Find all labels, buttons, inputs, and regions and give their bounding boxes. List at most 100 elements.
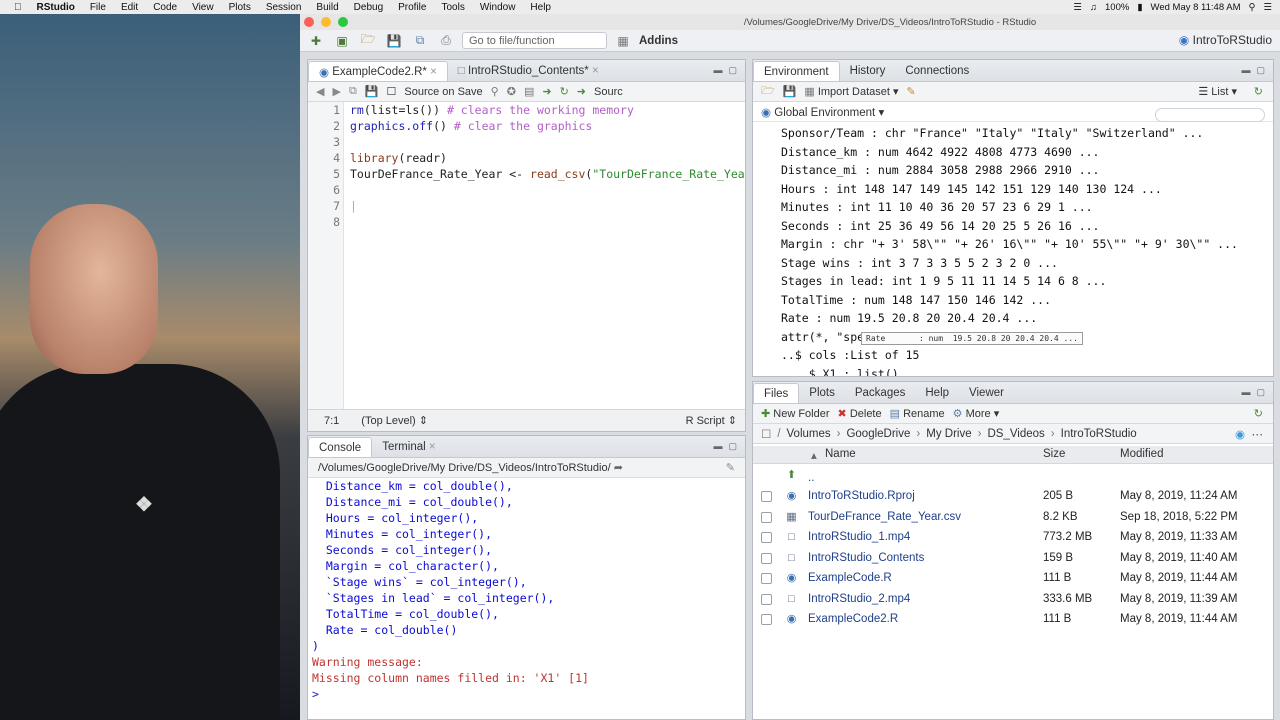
menu-help[interactable]: Help — [530, 2, 551, 13]
grid-layout-icon[interactable]: ▦ — [613, 33, 633, 49]
close-tab-icon[interactable]: × — [592, 65, 599, 77]
file-checkbox[interactable] — [761, 593, 772, 605]
close-tab-icon[interactable]: × — [429, 441, 436, 453]
file-name[interactable]: ExampleCode2.R — [808, 613, 898, 625]
file-name[interactable]: ExampleCode.R — [808, 572, 892, 584]
rename-button[interactable]: ▤ Rename — [890, 407, 945, 420]
file-name[interactable]: IntroRStudio_2.mp4 — [808, 593, 910, 605]
file-name[interactable]: IntroRStudio_Contents — [808, 552, 924, 564]
tab-environment[interactable]: Environment — [753, 61, 840, 81]
minimize-pane-icon[interactable]: ▬ — [1241, 387, 1250, 398]
parent-dir-row[interactable]: ⬆ .. — [753, 465, 1273, 486]
tab-help[interactable]: Help — [915, 383, 959, 403]
import-dataset-button[interactable]: ▦ Import Dataset ▾ — [804, 85, 898, 98]
file-checkbox[interactable] — [761, 614, 772, 625]
save-icon[interactable]: 💾 — [384, 33, 404, 49]
more-button[interactable]: ⚙ More ▾ — [953, 407, 1000, 420]
crumb-mydrive[interactable]: My Drive — [926, 428, 971, 440]
tab-packages[interactable]: Packages — [845, 383, 916, 403]
file-name[interactable]: IntroToRStudio.Rproj — [808, 490, 915, 502]
file-checkbox[interactable] — [761, 511, 772, 523]
load-workspace-icon[interactable]: 🗁 — [761, 82, 775, 101]
clear-console-icon[interactable]: ✎ — [726, 461, 735, 474]
find-replace-icon[interactable]: ⚲ — [491, 85, 499, 98]
file-checkbox[interactable] — [761, 573, 772, 584]
menu-app-name[interactable]: RStudio — [37, 2, 75, 13]
col-modified[interactable]: Modified — [1120, 448, 1163, 460]
menu-tools[interactable]: Tools — [441, 2, 464, 13]
source-on-save-checkbox[interactable]: ☐ — [387, 85, 397, 98]
menu-view[interactable]: View — [192, 2, 214, 13]
show-in-window-icon[interactable]: ⧉ — [349, 85, 357, 98]
new-file-icon[interactable]: ✚ — [306, 33, 326, 49]
source-button[interactable]: Sourc — [594, 86, 623, 98]
tab-introrstudio-contents[interactable]: □ IntroRStudio_Contents* × — [448, 61, 609, 81]
menu-profile[interactable]: Profile — [398, 2, 426, 13]
save-file-icon[interactable]: 💾 — [365, 85, 379, 98]
env-object-list[interactable]: Sponsor/Team : chr "France" "Italy" "Ita… — [753, 124, 1273, 376]
compile-report-icon[interactable]: ▤ — [524, 85, 534, 98]
tab-viewer[interactable]: Viewer — [959, 383, 1014, 403]
go-to-dir-icon[interactable]: ➦ — [614, 461, 623, 474]
file-row[interactable]: ◉ ExampleCode.R 111 B May 8, 2019, 11:44 A… — [753, 568, 1273, 589]
file-name[interactable]: TourDeFrance_Rate_Year.csv — [808, 511, 961, 523]
env-scope-select[interactable]: ◉ Global Environment ▾ — [761, 105, 884, 119]
file-type-selector[interactable]: R Script ⇕ — [686, 414, 737, 427]
minimize-pane-icon[interactable]: ▬ — [713, 65, 722, 76]
battery-icon[interactable]: ▮ — [1137, 2, 1142, 13]
battery-percent[interactable]: 100% — [1105, 2, 1129, 13]
forward-icon[interactable]: ▶ — [332, 85, 340, 98]
refresh-files-icon[interactable]: ↻ — [1254, 407, 1263, 420]
maximize-pane-icon[interactable]: ▢ — [728, 65, 737, 76]
code-tools-icon[interactable]: ✪ — [507, 85, 516, 98]
maximize-pane-icon[interactable]: ▢ — [1256, 65, 1265, 76]
back-icon[interactable]: ◀ — [316, 85, 324, 98]
crumb-introtorstudio[interactable]: IntroToRStudio — [1061, 428, 1137, 440]
file-checkbox[interactable] — [761, 491, 772, 502]
wifi-icon[interactable]: ☰ — [1073, 2, 1082, 13]
menu-file[interactable]: File — [90, 2, 106, 13]
menu-build[interactable]: Build — [316, 2, 338, 13]
apple-icon[interactable]:  — [14, 2, 22, 13]
code-editor[interactable]: 1 rm(list=ls()) # clears the working memo… — [308, 102, 745, 409]
close-tab-icon[interactable]: × — [430, 66, 437, 78]
menu-session[interactable]: Session — [266, 2, 302, 13]
go-to-file-input[interactable]: Go to file/function — [462, 32, 607, 49]
minimize-pane-icon[interactable]: ▬ — [1241, 65, 1250, 76]
print-icon[interactable]: ⎙ — [436, 33, 456, 49]
file-row[interactable]: □ IntroRStudio_1.mp4 773.2 MB May 8, 2019,… — [753, 527, 1273, 548]
tab-plots[interactable]: Plots — [799, 383, 845, 403]
console-prompt-line[interactable]: > — [312, 686, 745, 702]
volume-icon[interactable]: ♫ — [1090, 2, 1097, 13]
crumb-volumes[interactable]: Volumes — [787, 428, 831, 440]
tab-connections[interactable]: Connections — [895, 61, 979, 81]
env-search-input[interactable] — [1155, 108, 1265, 122]
tab-files[interactable]: Files — [753, 383, 800, 403]
tab-examplecode2[interactable]: ◉ ExampleCode2.R* × — [308, 61, 448, 81]
menu-list-icon[interactable]: ☰ — [1263, 2, 1272, 13]
tab-history[interactable]: History — [840, 61, 896, 81]
source-arrow-icon[interactable]: ➜ — [577, 85, 586, 98]
save-all-icon[interactable]: ⧉ — [410, 33, 430, 49]
console-output[interactable]: Distance_km = col_double(), Distance_mi … — [308, 478, 745, 719]
file-checkbox[interactable] — [761, 552, 772, 564]
new-project-icon[interactable]: ▣ — [332, 33, 352, 49]
file-name[interactable]: IntroRStudio_1.mp4 — [808, 531, 910, 543]
file-row[interactable]: □ IntroRStudio_2.mp4 333.6 MB May 8, 2019,… — [753, 589, 1273, 610]
delete-button[interactable]: ✖ Delete — [838, 407, 882, 420]
clock[interactable]: Wed May 8 11:48 AM — [1151, 2, 1241, 13]
maximize-pane-icon[interactable]: ▢ — [1256, 387, 1265, 398]
minimize-pane-icon[interactable]: ▬ — [713, 441, 722, 452]
search-icon[interactable]: ⚲ — [1249, 2, 1256, 13]
run-icon[interactable]: ➜ — [542, 85, 551, 98]
addins-menu[interactable]: Addins — [639, 35, 678, 47]
open-file-icon[interactable]: 🗁 — [358, 32, 378, 49]
tab-console[interactable]: Console — [308, 437, 373, 457]
menu-debug[interactable]: Debug — [354, 2, 383, 13]
file-row[interactable]: ▦ TourDeFrance_Rate_Year.csv 8.2 KB Sep 18… — [753, 507, 1273, 528]
rerun-icon[interactable]: ↻ — [560, 85, 569, 98]
crumb-dsvideos[interactable]: DS_Videos — [987, 428, 1044, 440]
new-folder-button[interactable]: ✚ New Folder — [761, 407, 830, 420]
file-row[interactable]: ◉ IntroToRStudio.Rproj 205 B May 8, 2019, … — [753, 486, 1273, 507]
menu-window[interactable]: Window — [480, 2, 516, 13]
